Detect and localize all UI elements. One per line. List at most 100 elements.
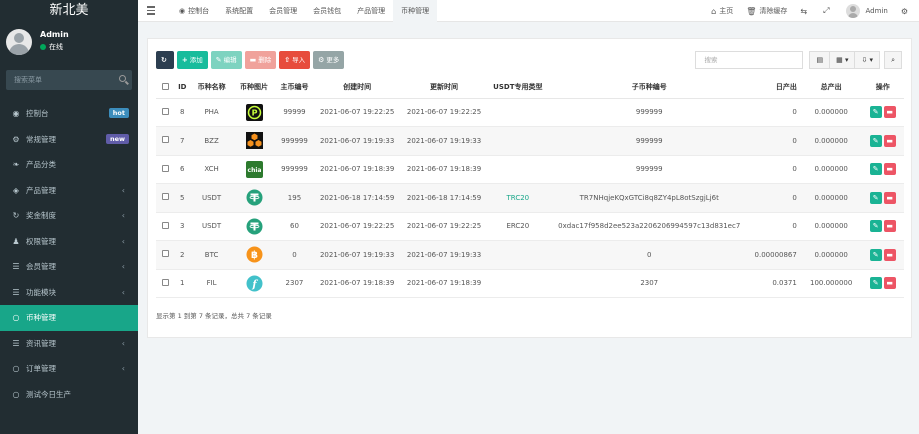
sidebar-item-9[interactable]: ☰ 资讯管理 ‹: [0, 331, 138, 357]
select-all-checkbox[interactable]: [161, 82, 169, 90]
home-link[interactable]: ⌂ 主页: [711, 6, 733, 16]
tab-1[interactable]: 系统配置: [217, 0, 261, 22]
more-button[interactable]: ⚙ 更多: [313, 51, 345, 69]
table-row[interactable]: 7 BZZ 999999 2021-06-07 19:19:33 2021-06-07 …: [156, 126, 904, 156]
table-row[interactable]: 5 USDT 195 2021-06-18 17:14:59 2021-06-18 17…: [156, 183, 904, 213]
row-edit-button[interactable]: ✎: [869, 277, 882, 290]
sidebar-item-5[interactable]: ♟ 权限管理 ‹: [0, 229, 138, 255]
usdt-coin-icon[interactable]: [246, 189, 263, 206]
row-checkbox[interactable]: [161, 278, 169, 286]
sidebar-item-label: 控制台: [26, 109, 49, 119]
row-select-cell: [156, 155, 175, 184]
sidebar-item-1[interactable]: ⚙ 常规管理 new: [0, 127, 138, 153]
table-row[interactable]: 1 FIL f 2307 2021-06-07 19:18:39 2021-06-07 1…: [156, 269, 904, 298]
row-delete-button[interactable]: ▬: [883, 191, 896, 204]
row-delete-button[interactable]: ▬: [883, 163, 896, 176]
table-search-input[interactable]: 搜索: [695, 51, 804, 69]
import-button[interactable]: ⇧ 导入: [279, 51, 311, 69]
user-panel: Admin 在线: [0, 22, 138, 62]
bzz-coin-icon[interactable]: [245, 132, 263, 150]
chevron-left-icon: ‹: [121, 287, 125, 297]
row-checkbox[interactable]: [161, 164, 169, 172]
cell-usdt-type: [487, 269, 549, 298]
sidebar-item-3[interactable]: ◈ 产品管理 ‹: [0, 178, 138, 204]
usdt-coin-icon[interactable]: [246, 218, 263, 235]
sidebar-item-7[interactable]: ☰ 功能模块 ‹: [0, 280, 138, 306]
tab-2[interactable]: 会员管理: [261, 0, 305, 22]
row-edit-button[interactable]: ✎: [869, 163, 882, 176]
pencil-icon: ✎: [872, 136, 879, 145]
tab-0[interactable]: ◉ 控制台: [171, 0, 217, 22]
trash-icon: ▬: [886, 108, 894, 117]
header-daily[interactable]: 日产出: [750, 77, 801, 99]
tab-4[interactable]: 产品管理: [349, 0, 393, 22]
toggle-view-button[interactable]: ▤: [809, 51, 831, 69]
circle-icon: ○: [12, 313, 20, 323]
online-dot-icon: [40, 44, 46, 50]
row-delete-button[interactable]: ▬: [883, 248, 896, 261]
header-main-no[interactable]: 主币编号: [275, 77, 314, 99]
header-created[interactable]: 创建时间: [313, 77, 401, 99]
pencil-icon: ✎: [872, 193, 879, 202]
xch-coin-icon[interactable]: chia: [245, 160, 263, 178]
sidebar-item-4[interactable]: ↻ 奖金制度 ‹: [0, 203, 138, 229]
header-name[interactable]: 币种名称: [190, 77, 233, 99]
tab-5[interactable]: 币种管理: [393, 0, 438, 22]
pha-coin-icon[interactable]: P: [245, 103, 263, 121]
tab-3[interactable]: 会员钱包: [305, 0, 349, 22]
export-button[interactable]: ⇩ ▾: [855, 51, 881, 69]
clear-cache-button[interactable]: 🗑 清除缓存: [746, 6, 787, 16]
diamond-icon: ◈: [12, 185, 20, 195]
row-delete-button[interactable]: ▬: [883, 220, 896, 233]
delete-button[interactable]: ▬ 删除: [244, 51, 277, 69]
row-checkbox[interactable]: [161, 107, 169, 115]
row-delete-button[interactable]: ▬: [883, 277, 896, 290]
row-checkbox[interactable]: [161, 193, 169, 201]
cell-daily: 0.00000867: [750, 240, 801, 270]
row-edit-button[interactable]: ✎: [869, 248, 882, 261]
multilang-button[interactable]: ⇆: [800, 7, 810, 16]
header-total[interactable]: 总产出: [800, 77, 862, 99]
row-edit-button[interactable]: ✎: [869, 191, 882, 204]
sidebar-item-6[interactable]: ☰ 会员管理 ‹: [0, 254, 138, 280]
row-edit-button[interactable]: ✎: [869, 220, 882, 233]
columns-button[interactable]: ▦ ▾: [830, 51, 856, 69]
cell-usdt-type: [487, 155, 549, 184]
sidebar-item-10[interactable]: ○ 订单管理 ‹: [0, 356, 138, 382]
admin-menu[interactable]: Admin: [866, 7, 888, 15]
search-icon[interactable]: [119, 75, 126, 82]
table-row[interactable]: 2 BTC ฿ 0 2021-06-07 19:19:33 2021-06-07 19:1…: [156, 240, 904, 270]
table-row[interactable]: 6 XCH chia 999999 2021-06-07 19:18:39 2021-06…: [156, 155, 904, 184]
header-sub-no[interactable]: 子币种编号: [548, 77, 751, 99]
add-button[interactable]: + 添加: [176, 51, 208, 69]
row-delete-button[interactable]: ▬: [883, 134, 896, 147]
header-usdt-type[interactable]: USDT专用类型: [487, 77, 549, 99]
table-row[interactable]: 8 PHA P 99999 2021-06-07 19:22:25 2021-06-07 …: [156, 98, 904, 127]
row-delete-button[interactable]: ▬: [883, 106, 896, 119]
sidebar-item-8[interactable]: ○ 币种管理: [0, 305, 138, 331]
fil-coin-icon[interactable]: f: [246, 275, 263, 292]
edit-button[interactable]: ✎ 编辑: [210, 51, 242, 69]
sidebar-item-2[interactable]: ❧ 产品分类: [0, 152, 138, 178]
header-updated[interactable]: 更新时间: [400, 77, 488, 99]
row-checkbox[interactable]: [161, 136, 169, 144]
search-toggle-button[interactable]: ⌕: [884, 51, 902, 69]
header-id[interactable]: ID: [174, 77, 191, 99]
row-edit-button[interactable]: ✎: [869, 106, 882, 119]
header-image[interactable]: 币种图片: [232, 77, 276, 99]
cell-sub-no: 0: [548, 240, 751, 270]
menu-search-input[interactable]: [6, 70, 132, 90]
table-row[interactable]: 3 USDT 60 2021-06-07 19:22:25 2021-06-07 19:…: [156, 212, 904, 241]
refresh-button[interactable]: ↻: [156, 51, 174, 69]
settings-button[interactable]: ⚙: [901, 7, 911, 16]
sidebar-item-11[interactable]: ○ 测试今日生产: [0, 382, 138, 408]
row-edit-button[interactable]: ✎: [869, 134, 882, 147]
fullscreen-button[interactable]: ⤢: [823, 6, 832, 16]
brand-logo[interactable]: 新北美: [0, 0, 138, 22]
row-checkbox[interactable]: [161, 250, 169, 258]
top-avatar[interactable]: [845, 4, 860, 18]
btc-coin-icon[interactable]: ฿: [246, 246, 263, 263]
sidebar-item-0[interactable]: ◉ 控制台 hot: [0, 101, 138, 127]
menu-toggle-icon[interactable]: [147, 6, 155, 15]
row-checkbox[interactable]: [161, 221, 169, 229]
